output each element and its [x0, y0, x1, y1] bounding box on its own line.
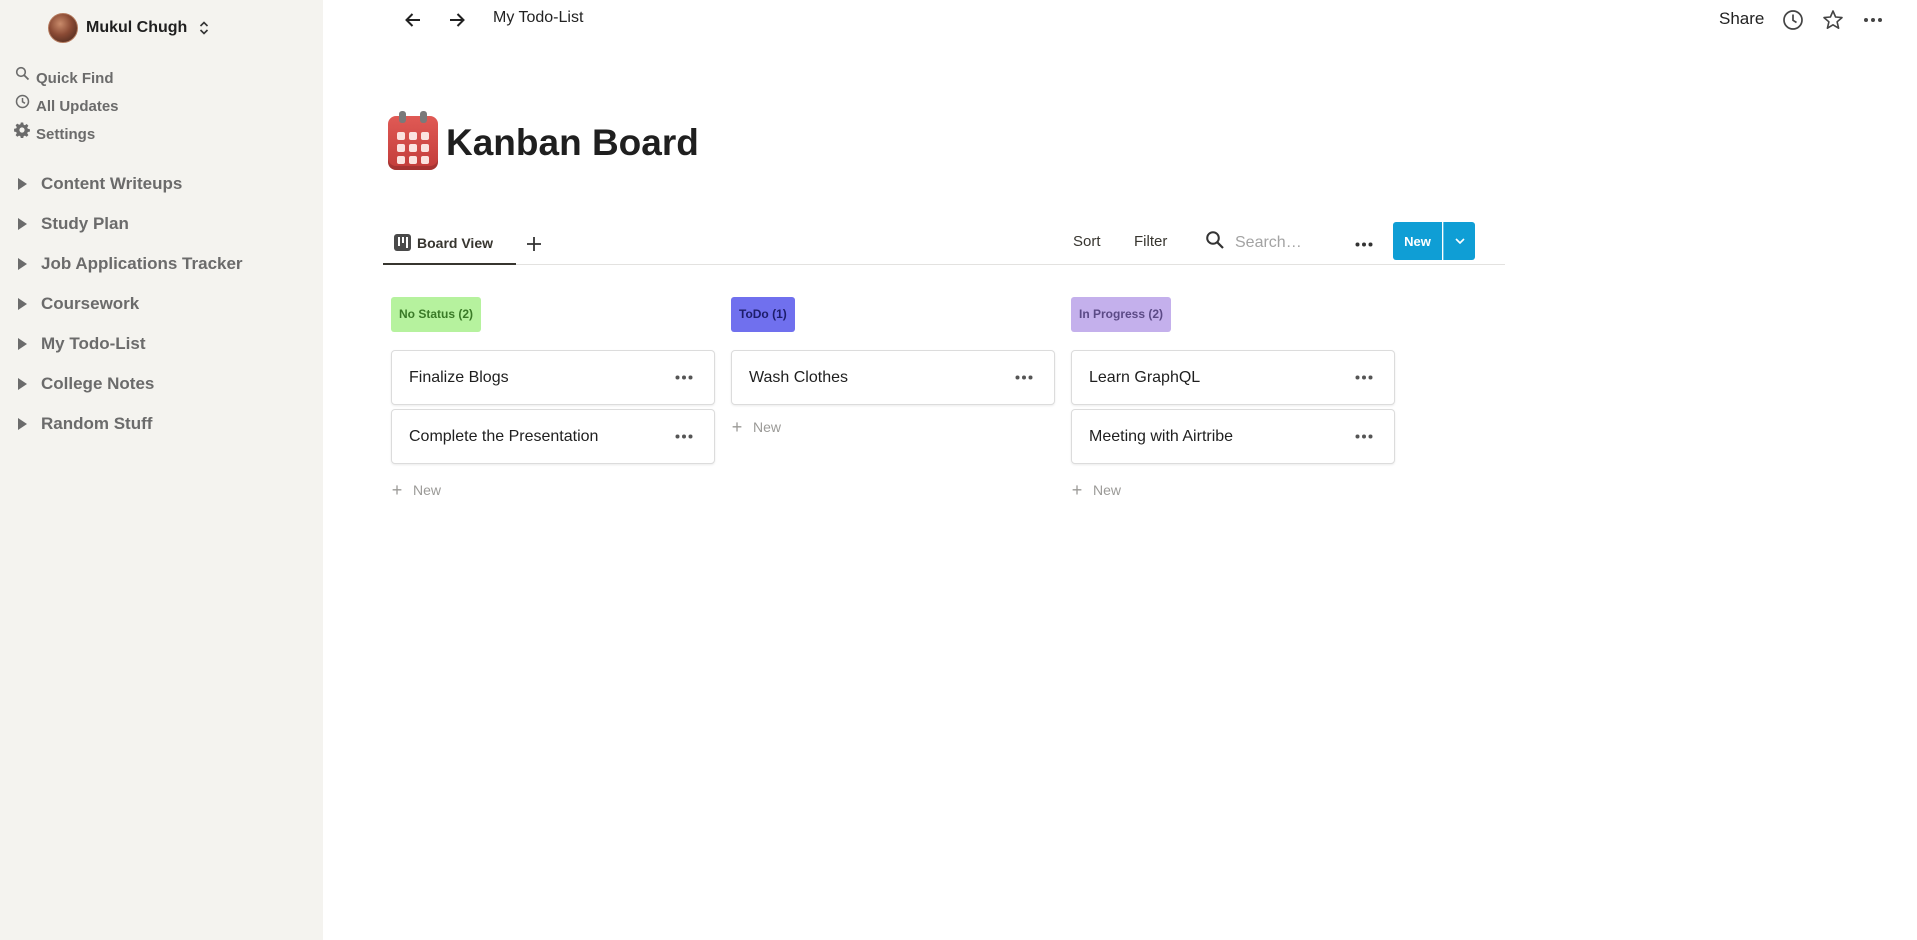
sort-button[interactable]: Sort — [1073, 233, 1101, 250]
workspace-switcher[interactable]: Mukul Chugh — [48, 13, 209, 43]
clock-icon — [14, 94, 30, 110]
forward-arrow-icon[interactable] — [445, 8, 469, 32]
card-more-icon[interactable] — [672, 425, 696, 449]
new-button[interactable]: New — [1393, 222, 1442, 260]
add-card-label: New — [413, 482, 442, 498]
page-header: Kanban Board — [388, 111, 699, 170]
board-card[interactable]: Finalize Blogs — [391, 350, 715, 405]
caret-right-icon[interactable] — [18, 218, 27, 230]
card-more-icon[interactable] — [672, 366, 696, 390]
topbar: My Todo-List Share — [323, 0, 1917, 40]
sidebar-item-content-writeups[interactable]: Content Writeups — [18, 164, 243, 204]
board-column-no-status: No Status (2) Finalize Blogs Complete th… — [391, 297, 715, 502]
card-more-icon[interactable] — [1012, 366, 1036, 390]
card-title: Wash Clothes — [749, 368, 848, 386]
tab-board-view[interactable]: Board View — [383, 222, 516, 265]
view-more-icon[interactable] — [1352, 232, 1376, 256]
card-title: Learn GraphQL — [1089, 368, 1201, 386]
caret-right-icon[interactable] — [18, 418, 27, 430]
add-card-button[interactable]: + New — [391, 478, 715, 502]
add-card-label: New — [753, 419, 782, 435]
sidebar-item-label: Job Applications Tracker — [41, 254, 243, 273]
caret-right-icon[interactable] — [18, 378, 27, 390]
new-dropdown-button[interactable] — [1443, 222, 1475, 260]
page-title[interactable]: Kanban Board — [446, 122, 699, 164]
board-card[interactable]: Learn GraphQL — [1071, 350, 1395, 405]
avatar — [48, 13, 78, 43]
add-card-label: New — [1093, 482, 1122, 498]
card-title: Finalize Blogs — [409, 368, 509, 386]
board-column-todo: ToDo (1) Wash Clothes + New — [731, 297, 1055, 439]
filter-button[interactable]: Filter — [1134, 233, 1167, 250]
sidebar-item-coursework[interactable]: Coursework — [18, 284, 243, 324]
sidebar-item-random-stuff[interactable]: Random Stuff — [18, 404, 243, 444]
sidebar-item-label: My Todo-List — [41, 334, 146, 353]
all-updates-label: All Updates — [36, 97, 119, 115]
sidebar-item-label: Coursework — [41, 294, 140, 313]
all-updates-link[interactable]: All Updates — [14, 92, 119, 120]
quick-find-link[interactable]: Quick Find — [14, 64, 119, 92]
settings-label: Settings — [36, 125, 96, 143]
chevron-updown-icon — [199, 20, 209, 36]
card-title: Complete the Presentation — [409, 427, 599, 445]
card-title: Meeting with Airtribe — [1089, 427, 1234, 445]
settings-link[interactable]: Settings — [14, 120, 119, 148]
board-card[interactable]: Wash Clothes — [731, 350, 1055, 405]
board-card[interactable]: Complete the Presentation — [391, 409, 715, 464]
calendar-icon[interactable] — [388, 111, 438, 170]
share-button[interactable]: Share — [1719, 9, 1764, 29]
add-card-button[interactable]: + New — [731, 415, 1055, 439]
sidebar: Mukul Chugh Quick Find All Updates Setti… — [0, 0, 323, 940]
workspace-name: Mukul Chugh — [86, 19, 188, 36]
caret-right-icon[interactable] — [18, 258, 27, 270]
board-card[interactable]: Meeting with Airtribe — [1071, 409, 1395, 464]
add-view-button[interactable] — [522, 232, 546, 258]
caret-right-icon[interactable] — [18, 298, 27, 310]
caret-right-icon[interactable] — [18, 178, 27, 190]
add-card-button[interactable]: + New — [1071, 478, 1395, 502]
breadcrumb[interactable]: My Todo-List — [493, 9, 583, 27]
sidebar-item-label: Content Writeups — [41, 174, 183, 193]
star-icon[interactable] — [1821, 8, 1845, 32]
board-column-in-progress: In Progress (2) Learn GraphQL Meeting wi… — [1071, 297, 1395, 502]
caret-right-icon[interactable] — [18, 338, 27, 350]
back-arrow-icon[interactable] — [401, 8, 425, 32]
sidebar-item-label: College Notes — [41, 374, 155, 393]
chevron-down-icon — [1454, 238, 1465, 244]
quick-links: Quick Find All Updates Settings — [14, 64, 119, 148]
column-header[interactable]: ToDo (1) — [731, 297, 795, 332]
search-input[interactable] — [1235, 233, 1345, 252]
plus-icon: + — [391, 479, 403, 500]
column-header[interactable]: No Status (2) — [391, 297, 482, 332]
sidebar-item-label: Study Plan — [41, 214, 129, 233]
plus-icon — [527, 237, 541, 251]
sidebar-item-college-notes[interactable]: College Notes — [18, 364, 243, 404]
sidebar-item-job-applications-tracker[interactable]: Job Applications Tracker — [18, 244, 243, 284]
tab-label: Board View — [417, 234, 493, 251]
gear-icon — [14, 122, 30, 138]
card-more-icon[interactable] — [1352, 425, 1376, 449]
sidebar-item-study-plan[interactable]: Study Plan — [18, 204, 243, 244]
plus-icon: + — [1071, 479, 1083, 500]
sidebar-item-label: Random Stuff — [41, 414, 153, 433]
page-list: Content Writeups Study Plan Job Applicat… — [18, 164, 243, 444]
board-view-icon — [394, 234, 411, 251]
history-clock-icon[interactable] — [1781, 8, 1805, 32]
sidebar-item-my-todo-list[interactable]: My Todo-List — [18, 324, 243, 364]
plus-icon: + — [731, 416, 743, 437]
search-box — [1205, 230, 1345, 255]
search-icon — [14, 66, 30, 82]
quick-find-label: Quick Find — [36, 69, 114, 87]
more-icon[interactable] — [1861, 8, 1885, 32]
search-icon[interactable] — [1205, 230, 1225, 255]
column-header[interactable]: In Progress (2) — [1071, 297, 1172, 332]
view-toolbar: Board View Sort Filter New — [383, 222, 1505, 265]
card-more-icon[interactable] — [1352, 366, 1376, 390]
